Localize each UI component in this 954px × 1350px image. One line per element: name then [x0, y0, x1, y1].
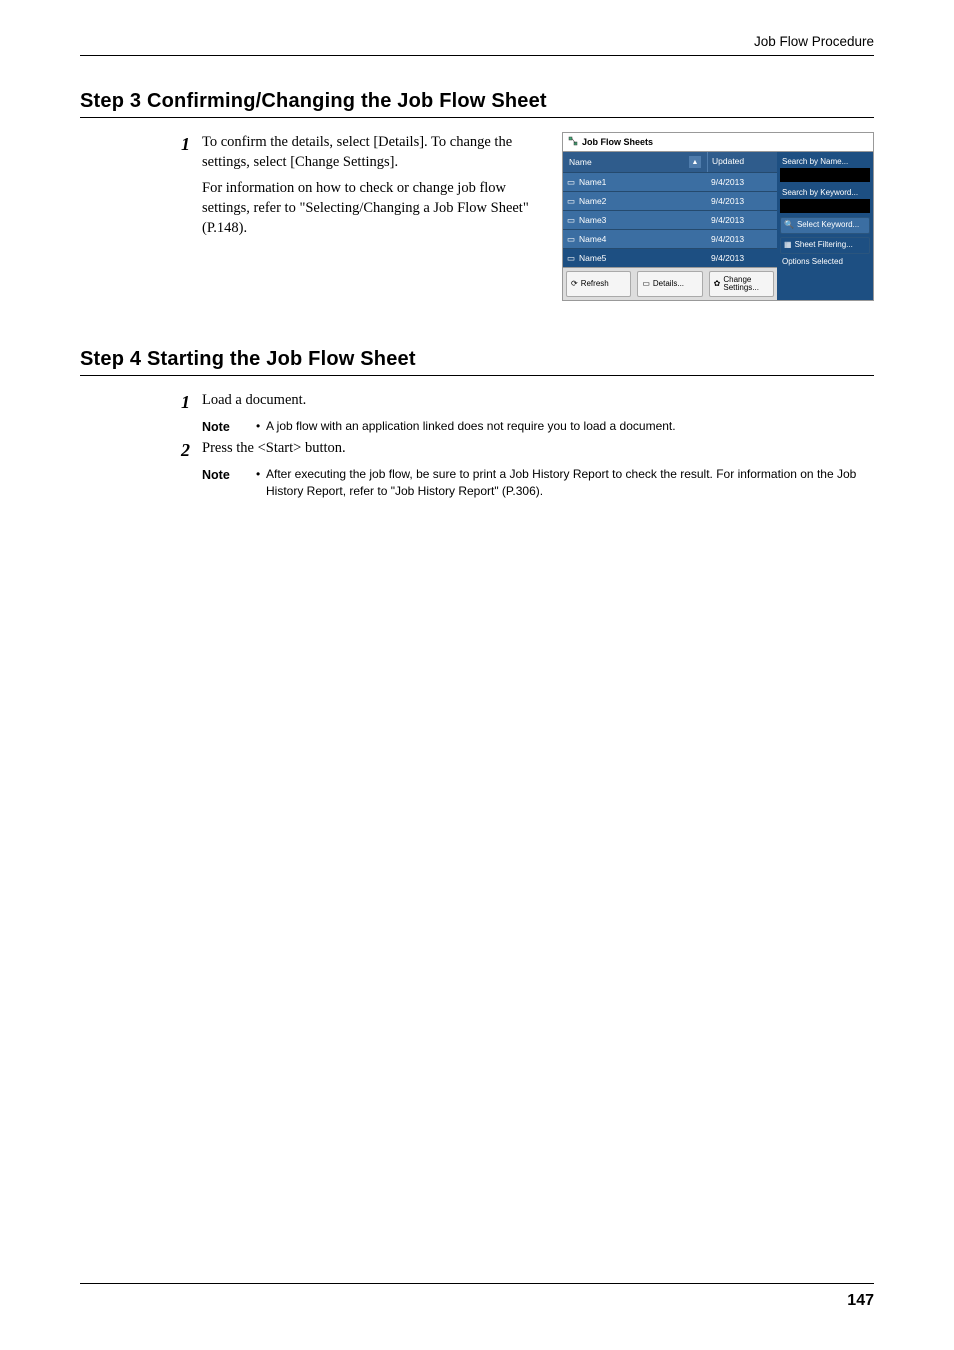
step3-number-1: 1: [181, 134, 190, 154]
row-date: 9/4/2013: [707, 173, 777, 191]
page-number: 147: [847, 1292, 874, 1310]
search-keyword-label: Search by Keyword...: [780, 186, 870, 199]
refresh-label: Refresh: [581, 280, 609, 288]
change-label: Change Settings...: [723, 276, 769, 292]
running-header: Job Flow Procedure: [80, 34, 874, 55]
step4-text-1: Load a document.: [202, 390, 874, 410]
search-icon: 🔍: [784, 221, 794, 230]
change-settings-button[interactable]: ✿Change Settings...: [709, 271, 774, 297]
note-label-2: Note: [202, 468, 230, 482]
sheet-filtering-button[interactable]: ▦Sheet Filtering...: [780, 237, 870, 254]
panel-title: Job Flow Sheets: [563, 133, 873, 152]
side-panel: Search by Name... Search by Keyword... 🔍…: [777, 152, 873, 300]
flow-icon: [568, 136, 578, 148]
panel-title-text: Job Flow Sheets: [582, 137, 653, 147]
list-item[interactable]: ▭Name59/4/2013: [563, 248, 777, 267]
note-body-2: After executing the job flow, be sure to…: [256, 466, 874, 500]
refresh-button[interactable]: ⟳Refresh: [566, 271, 631, 297]
list-item[interactable]: ▭Name49/4/2013: [563, 229, 777, 248]
filter-icon: ▦: [784, 241, 792, 250]
list-item[interactable]: ▭Name39/4/2013: [563, 210, 777, 229]
gear-icon: ✿: [714, 280, 721, 288]
note-label-1: Note: [202, 420, 230, 434]
sheet-icon: ▭: [563, 215, 577, 226]
filter-label: Sheet Filtering...: [795, 241, 853, 250]
sheet-icon: ▭: [563, 196, 577, 207]
action-bar: ⟳Refresh ▭Details... ✿Change Settings...: [563, 267, 777, 300]
col-updated[interactable]: Updated: [707, 152, 777, 172]
note-body-1: A job flow with an application linked do…: [256, 418, 874, 436]
row-name: Name2: [577, 192, 707, 210]
footer-rule: [80, 1283, 874, 1284]
step4-text-2: Press the <Start> button.: [202, 438, 874, 458]
step4-number-2: 2: [181, 440, 190, 460]
row-date: 9/4/2013: [707, 230, 777, 248]
step3-text-2: For information on how to check or chang…: [202, 178, 548, 238]
row-name: Name4: [577, 230, 707, 248]
sheet-icon: ▭: [563, 253, 577, 264]
sheet-icon: ▭: [563, 177, 577, 188]
search-keyword-input[interactable]: [780, 199, 870, 213]
search-name-input[interactable]: [780, 168, 870, 182]
list-header: Name ▲ Updated: [563, 152, 777, 172]
select-keyword-label: Select Keyword...: [797, 221, 859, 230]
row-date: 9/4/2013: [707, 211, 777, 229]
list-item[interactable]: ▭Name29/4/2013: [563, 191, 777, 210]
row-name: Name1: [577, 173, 707, 191]
step4-heading: Step 4 Starting the Job Flow Sheet: [80, 348, 874, 376]
header-rule: [80, 55, 874, 56]
row-name: Name5: [577, 249, 707, 267]
flow-list: Name▲ Updated ▭Name19/4/2013 ▭Name29/4/2…: [563, 152, 777, 300]
sort-icon[interactable]: ▲: [689, 156, 701, 168]
details-icon: ▭: [642, 280, 650, 288]
step3-heading: Step 3 Confirming/Changing the Job Flow …: [80, 90, 874, 118]
refresh-icon: ⟳: [571, 280, 578, 288]
step3-text-1: To confirm the details, select [Details]…: [202, 132, 548, 172]
list-item[interactable]: ▭Name19/4/2013: [563, 172, 777, 191]
row-date: 9/4/2013: [707, 249, 777, 267]
row-date: 9/4/2013: [707, 192, 777, 210]
search-name-label: Search by Name...: [780, 155, 870, 168]
details-button[interactable]: ▭Details...: [637, 271, 702, 297]
row-name: Name3: [577, 211, 707, 229]
step4-number-1: 1: [181, 392, 190, 412]
job-flow-sheets-panel: Job Flow Sheets Name▲ Updated ▭Name19/4/…: [562, 132, 874, 301]
select-keyword-button[interactable]: 🔍Select Keyword...: [780, 217, 870, 234]
options-selected-label: Options Selected: [780, 257, 870, 268]
details-label: Details...: [653, 280, 684, 288]
col-name[interactable]: Name: [569, 157, 592, 167]
sheet-icon: ▭: [563, 234, 577, 245]
